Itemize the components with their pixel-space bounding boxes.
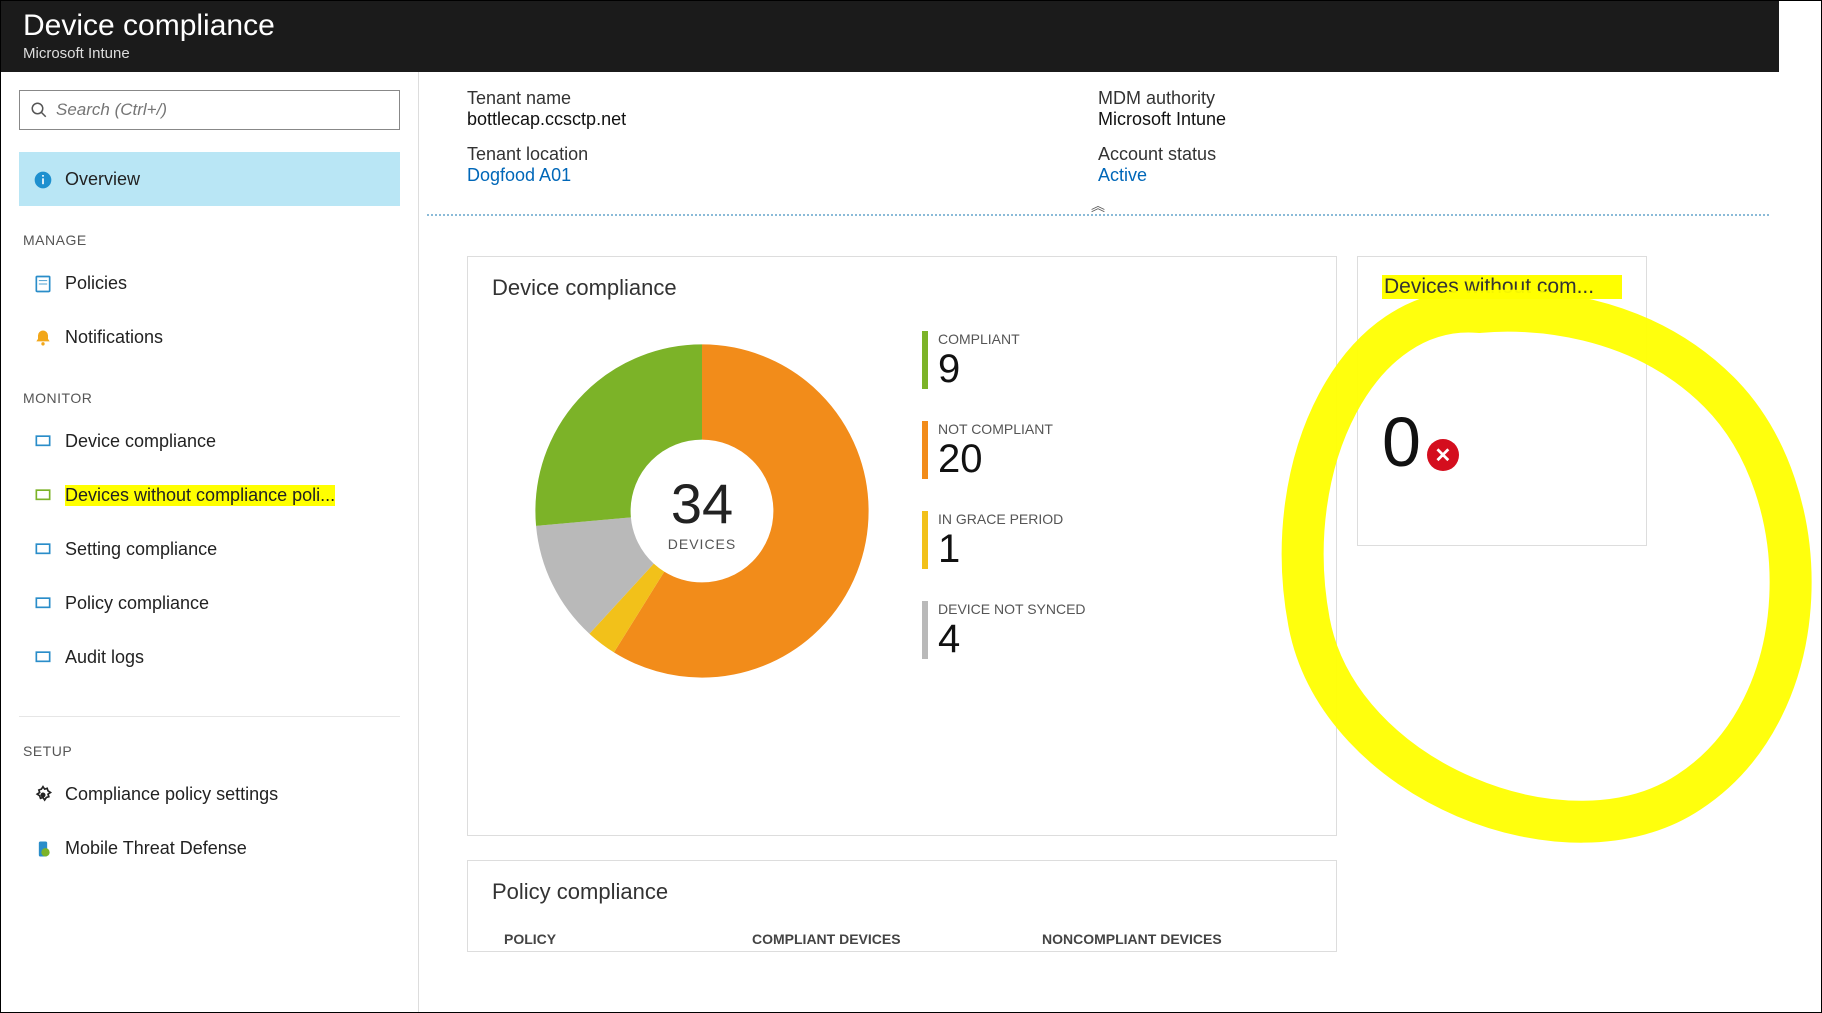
policy-col-compliant: COMPLIANT DEVICES [752, 931, 1042, 947]
main-content: Tenant name bottlecap.ccsctp.net MDM aut… [419, 72, 1821, 1012]
donut-total-label: DEVICES [668, 536, 736, 552]
search-box[interactable] [19, 90, 400, 130]
account-status-value[interactable]: Active [1098, 165, 1729, 186]
legend-notsynced-value: 4 [938, 619, 1086, 659]
info-icon [33, 170, 65, 190]
account-status-label: Account status [1098, 144, 1729, 165]
nav-devices-without-policy-label: Devices without compliance poli... [65, 485, 335, 506]
policies-icon [33, 274, 65, 294]
nav-compliance-policy-settings-label: Compliance policy settings [65, 784, 278, 805]
device-compliance-card[interactable]: Device compliance [467, 256, 1337, 836]
tenant-name-label: Tenant name [467, 88, 1098, 109]
device-compliance-title: Device compliance [492, 275, 1312, 301]
policy-col-noncompliant: NONCOMPLIANT DEVICES [1042, 931, 1312, 947]
devices-without-value: 0 [1382, 407, 1421, 477]
tenant-info: Tenant name bottlecap.ccsctp.net MDM aut… [427, 72, 1769, 216]
nav-policy-compliance[interactable]: Policy compliance [19, 576, 400, 630]
mdm-authority-label: MDM authority [1098, 88, 1729, 109]
tenant-name-value: bottlecap.ccsctp.net [467, 109, 1098, 130]
nav-audit-logs-label: Audit logs [65, 647, 144, 668]
monitor-icon [33, 594, 65, 614]
donut-total-value: 34 [671, 471, 733, 536]
legend-notsynced-label: DEVICE NOT SYNCED [938, 601, 1086, 617]
legend-compliant-label: COMPLIANT [938, 331, 1020, 347]
legend-compliant-value: 9 [938, 349, 1020, 389]
section-manage: MANAGE [23, 232, 400, 248]
devices-without-title: Devices without com... [1382, 275, 1622, 299]
search-icon [30, 101, 48, 119]
tenant-location-value[interactable]: Dogfood A01 [467, 165, 1098, 186]
nav-setting-compliance-label: Setting compliance [65, 539, 217, 560]
policy-table-header: POLICY COMPLIANT DEVICES NONCOMPLIANT DE… [492, 931, 1312, 947]
legend-grace-value: 1 [938, 529, 1063, 569]
monitor-icon [33, 486, 65, 506]
section-monitor: MONITOR [23, 390, 400, 406]
policy-compliance-card[interactable]: Policy compliance POLICY COMPLIANT DEVIC… [467, 860, 1337, 952]
error-icon: ✕ [1427, 439, 1459, 471]
nav-notifications[interactable]: Notifications [19, 310, 400, 364]
nav-policy-compliance-label: Policy compliance [65, 593, 209, 614]
nav-compliance-policy-settings[interactable]: Compliance policy settings [19, 767, 400, 821]
compliance-donut-chart: 34 DEVICES [532, 341, 872, 681]
search-input[interactable] [56, 100, 389, 120]
monitor-icon [33, 648, 65, 668]
nav-policies[interactable]: Policies [19, 256, 400, 310]
legend-grace-label: IN GRACE PERIOD [938, 511, 1063, 527]
sidebar: Overview MANAGE Policies Notifications M… [1, 72, 419, 1012]
nav-setting-compliance[interactable]: Setting compliance [19, 522, 400, 576]
nav-notifications-label: Notifications [65, 327, 163, 348]
tenant-location-label: Tenant location [467, 144, 1098, 165]
policy-compliance-title: Policy compliance [492, 879, 1312, 905]
collapse-icon[interactable]: ︽ [1091, 196, 1105, 216]
mdm-authority-value: Microsoft Intune [1098, 109, 1729, 130]
nav-mobile-threat-defense[interactable]: Mobile Threat Defense [19, 821, 400, 875]
nav-devices-without-policy[interactable]: Devices without compliance poli... [19, 468, 400, 522]
page-subtitle: Microsoft Intune [23, 45, 1757, 62]
shield-icon [33, 839, 65, 859]
header-bar: Device compliance Microsoft Intune [1, 1, 1779, 72]
monitor-icon [33, 432, 65, 452]
section-setup: SETUP [23, 743, 400, 759]
nav-overview-label: Overview [65, 169, 140, 190]
monitor-icon [33, 540, 65, 560]
devices-without-compliance-card[interactable]: Devices without com... 0 ✕ [1357, 256, 1647, 546]
bell-icon [33, 328, 65, 348]
compliance-legend: COMPLIANT 9 NOT COMPLIANT 20 [922, 331, 1086, 691]
nav-device-compliance-label: Device compliance [65, 431, 216, 452]
nav-policies-label: Policies [65, 273, 127, 294]
nav-overview[interactable]: Overview [19, 152, 400, 206]
gear-icon [33, 785, 65, 805]
nav-audit-logs[interactable]: Audit logs [19, 630, 400, 684]
policy-col-policy: POLICY [492, 931, 752, 947]
page-title: Device compliance [23, 9, 1757, 43]
legend-notcompliant-value: 20 [938, 439, 1053, 479]
nav-device-compliance[interactable]: Device compliance [19, 414, 400, 468]
legend-notcompliant-label: NOT COMPLIANT [938, 421, 1053, 437]
nav-mobile-threat-defense-label: Mobile Threat Defense [65, 838, 247, 859]
